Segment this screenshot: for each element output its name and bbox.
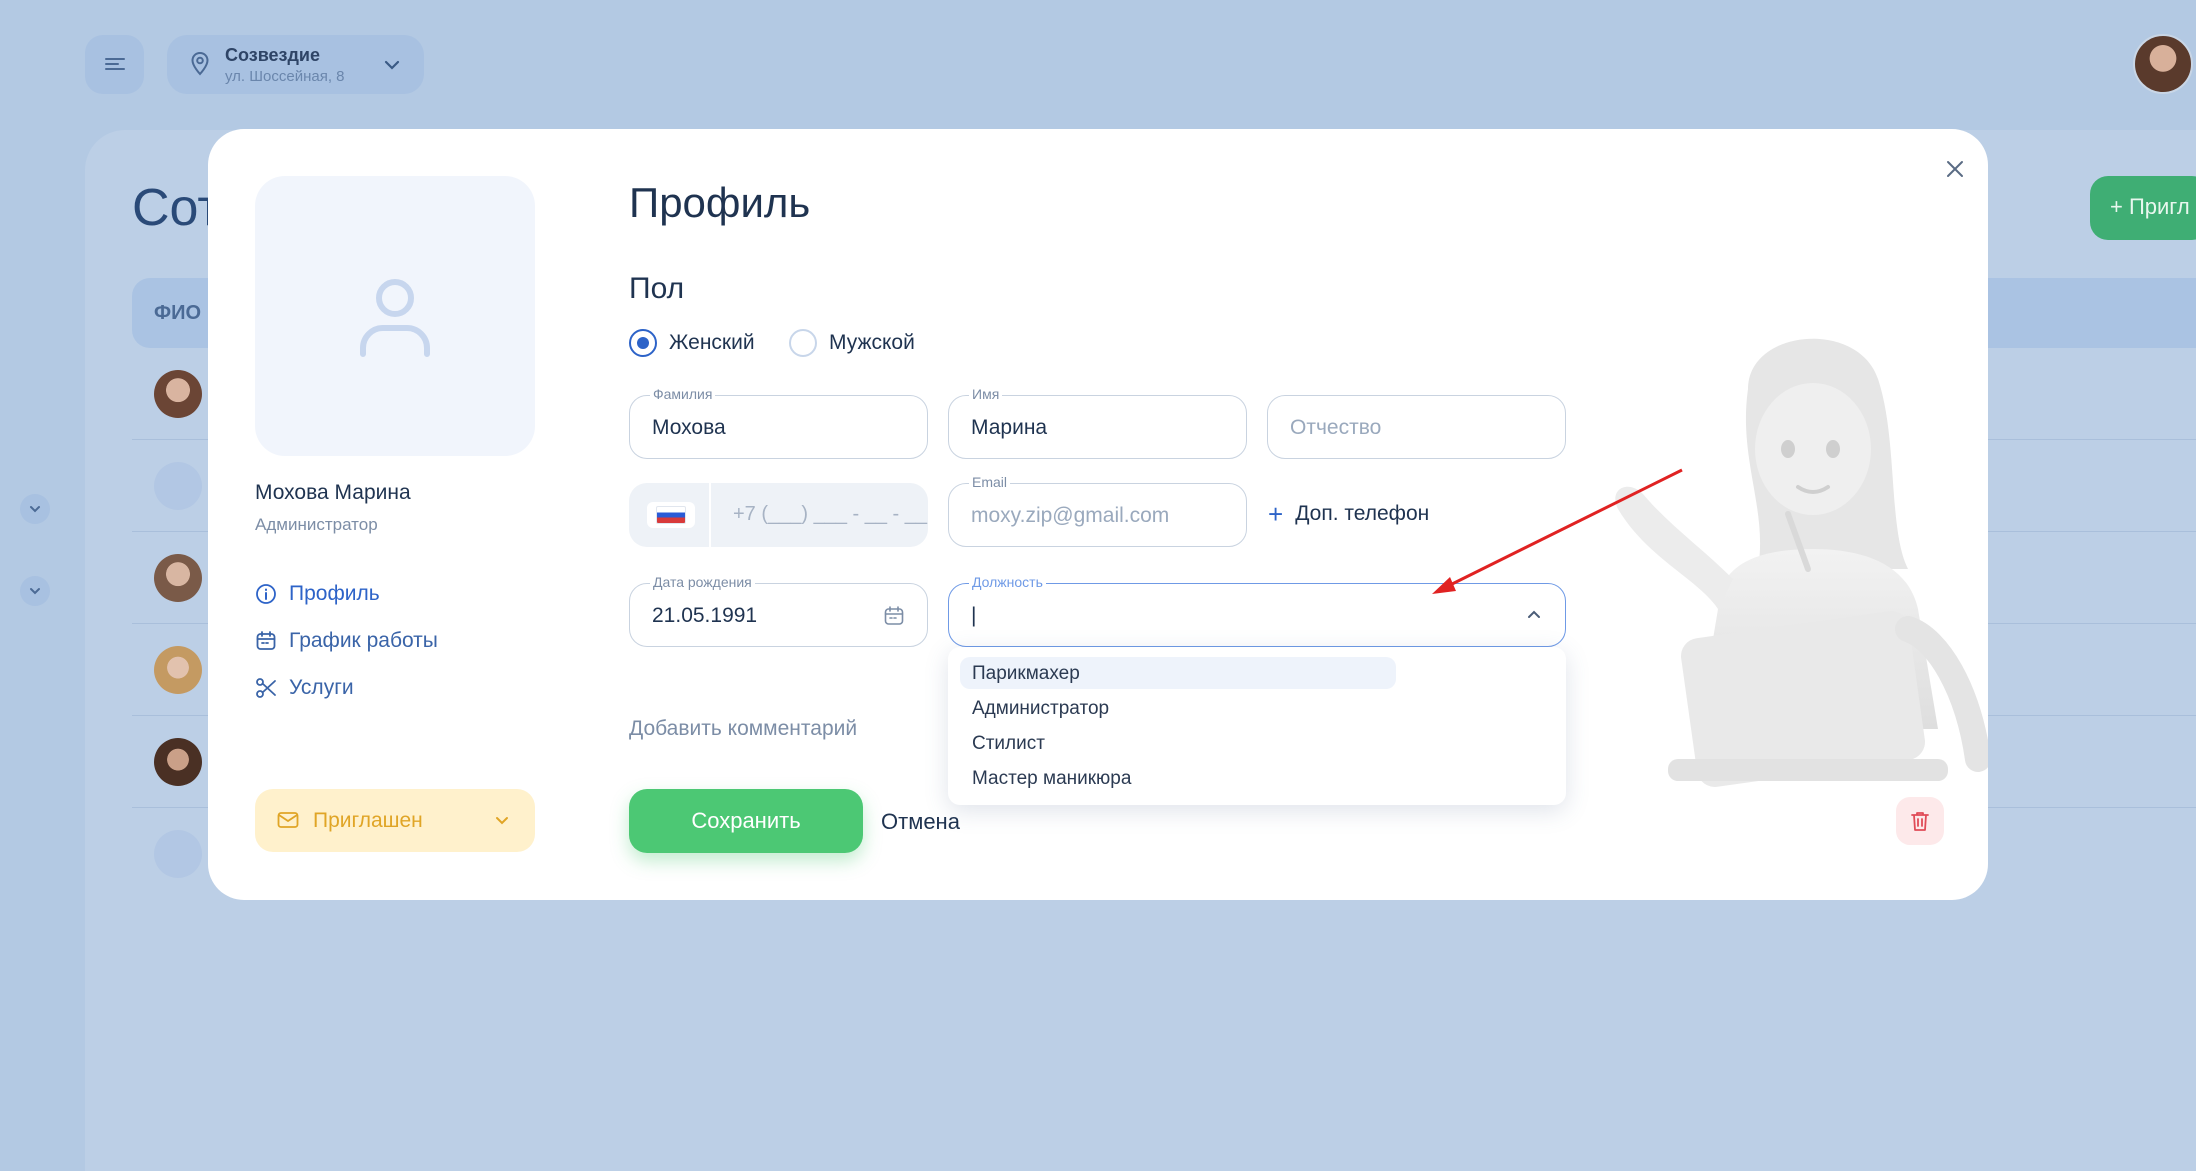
annotation-arrow	[1432, 468, 1683, 594]
